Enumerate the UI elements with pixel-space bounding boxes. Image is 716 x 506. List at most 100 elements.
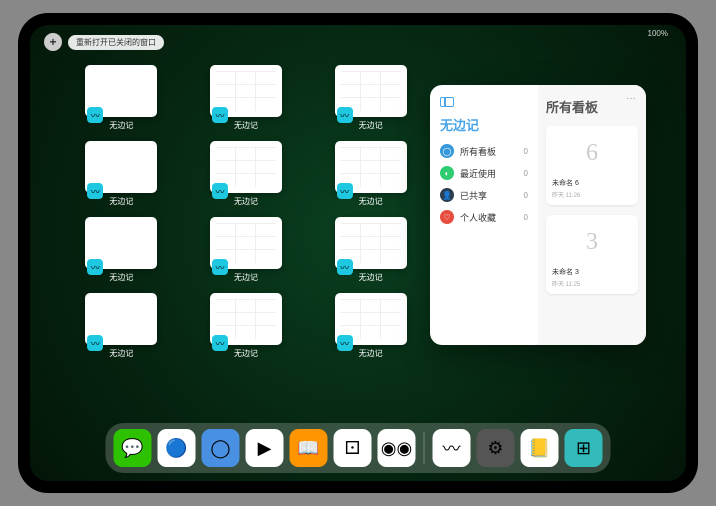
window-label: 无边记: [359, 348, 383, 359]
app-expose-grid: 〰无边记〰无边记〰无边记〰无边记〰无边记〰无边记〰无边记〰无边记〰无边记〰无边记…: [66, 65, 426, 359]
dock-play-icon[interactable]: ▶: [246, 429, 284, 467]
window-label: 无边记: [234, 272, 258, 283]
category-count: 0: [524, 213, 528, 222]
board-title: 未命名 6: [550, 176, 634, 190]
board-preview: 6: [550, 130, 634, 176]
category-icon: ◐: [440, 166, 454, 180]
category-label: 最近使用: [460, 167, 496, 180]
window-thumbnail[interactable]: 〰无边记: [315, 293, 426, 359]
category-icon: ♡: [440, 210, 454, 224]
category-已共享[interactable]: 👤 已共享 0: [440, 184, 528, 206]
board-timestamp: 昨天 11:25: [550, 279, 634, 290]
dock-quark-icon[interactable]: ◯: [202, 429, 240, 467]
screen: 100% + 重新打开已关闭的窗口 〰无边记〰无边记〰无边记〰无边记〰无边记〰无…: [30, 25, 686, 481]
category-icon: ◯: [440, 144, 454, 158]
window-label: 无边记: [234, 120, 258, 131]
popover-title: 无边记: [440, 115, 528, 134]
thumbnail-preview: 〰: [210, 65, 282, 117]
freeform-app-icon: 〰: [337, 183, 353, 199]
dock-quark-hd-icon[interactable]: 🔵: [158, 429, 196, 467]
popover-content: 所有看板 6未命名 6昨天 11:26 3未命名 3昨天 11:25: [538, 85, 646, 345]
category-count: 0: [524, 169, 528, 178]
freeform-app-icon: 〰: [212, 107, 228, 123]
board-title: 未命名 3: [550, 265, 634, 279]
dock-divider: [424, 432, 425, 464]
reopen-window-button[interactable]: 重新打开已关闭的窗口: [68, 35, 164, 50]
dock-dice-icon[interactable]: ⚀: [334, 429, 372, 467]
dock-connect-icon[interactable]: ◉◉: [378, 429, 416, 467]
category-最近使用[interactable]: ◐ 最近使用 0: [440, 162, 528, 184]
window-thumbnail[interactable]: 〰无边记: [191, 217, 302, 283]
dock-recent-icon[interactable]: ⊞: [565, 429, 603, 467]
freeform-app-icon: 〰: [87, 183, 103, 199]
freeform-app-icon: 〰: [87, 259, 103, 275]
freeform-app-icon: 〰: [212, 183, 228, 199]
dock: 💬🔵◯▶📖⚀◉◉ 〰⚙📒⊞: [106, 423, 611, 473]
board-timestamp: 昨天 11:26: [550, 190, 634, 201]
thumbnail-preview: 〰: [210, 217, 282, 269]
freeform-app-icon: 〰: [337, 259, 353, 275]
window-thumbnail[interactable]: 〰无边记: [66, 293, 177, 359]
window-label: 无边记: [109, 120, 133, 131]
thumbnail-preview: 〰: [85, 293, 157, 345]
dock-notes-icon[interactable]: 📒: [521, 429, 559, 467]
window-label: 无边记: [109, 196, 133, 207]
category-label: 所有看板: [460, 145, 496, 158]
dock-settings-icon[interactable]: ⚙: [477, 429, 515, 467]
thumbnail-preview: 〰: [335, 293, 407, 345]
board-item[interactable]: 6未命名 6昨天 11:26: [546, 126, 638, 205]
category-count: 0: [524, 147, 528, 156]
freeform-app-icon: 〰: [87, 107, 103, 123]
thumbnail-preview: 〰: [335, 217, 407, 269]
more-icon[interactable]: ···: [626, 93, 636, 104]
category-个人收藏[interactable]: ♡ 个人收藏 0: [440, 206, 528, 228]
freeform-app-icon: 〰: [337, 107, 353, 123]
window-thumbnail[interactable]: 〰无边记: [315, 65, 426, 131]
thumbnail-preview: 〰: [210, 141, 282, 193]
thumbnail-preview: 〰: [85, 141, 157, 193]
thumbnail-preview: 〰: [210, 293, 282, 345]
window-thumbnail[interactable]: 〰无边记: [66, 65, 177, 131]
thumbnail-preview: 〰: [335, 141, 407, 193]
window-thumbnail[interactable]: 〰无边记: [191, 141, 302, 207]
add-button[interactable]: +: [44, 33, 62, 51]
window-thumbnail[interactable]: 〰无边记: [315, 141, 426, 207]
ipad-frame: 100% + 重新打开已关闭的窗口 〰无边记〰无边记〰无边记〰无边记〰无边记〰无…: [18, 13, 698, 493]
window-thumbnail[interactable]: 〰无边记: [66, 141, 177, 207]
top-bar: + 重新打开已关闭的窗口: [44, 33, 164, 51]
window-label: 无边记: [234, 196, 258, 207]
category-label: 已共享: [460, 189, 487, 202]
category-label: 个人收藏: [460, 211, 496, 224]
window-thumbnail[interactable]: 〰无边记: [191, 293, 302, 359]
thumbnail-preview: 〰: [85, 217, 157, 269]
freeform-app-icon: 〰: [337, 335, 353, 351]
freeform-app-icon: 〰: [212, 259, 228, 275]
board-preview: 3: [550, 219, 634, 265]
window-label: 无边记: [359, 272, 383, 283]
category-icon: 👤: [440, 188, 454, 202]
window-thumbnail[interactable]: 〰无边记: [191, 65, 302, 131]
window-thumbnail[interactable]: 〰无边记: [315, 217, 426, 283]
thumbnail-preview: 〰: [85, 65, 157, 117]
battery-text: 100%: [648, 29, 668, 38]
dock-freeform-icon[interactable]: 〰: [433, 429, 471, 467]
thumbnail-preview: 〰: [335, 65, 407, 117]
window-thumbnail[interactable]: 〰无边记: [66, 217, 177, 283]
freeform-app-icon: 〰: [212, 335, 228, 351]
category-所有看板[interactable]: ◯ 所有看板 0: [440, 140, 528, 162]
window-label: 无边记: [109, 272, 133, 283]
boards-title: 所有看板: [546, 97, 638, 116]
freeform-app-icon: 〰: [87, 335, 103, 351]
popover-sidebar: 无边记 ◯ 所有看板 0 ◐ 最近使用 0 👤 已共享 0 ♡ 个人收藏 0: [430, 85, 538, 345]
window-label: 无边记: [359, 120, 383, 131]
dock-books-icon[interactable]: 📖: [290, 429, 328, 467]
window-label: 无边记: [109, 348, 133, 359]
dock-wechat-icon[interactable]: 💬: [114, 429, 152, 467]
board-item[interactable]: 3未命名 3昨天 11:25: [546, 215, 638, 294]
window-label: 无边记: [359, 196, 383, 207]
status-bar: 100%: [648, 29, 668, 38]
window-label: 无边记: [234, 348, 258, 359]
freeform-popover: ··· 无边记 ◯所有看板0◐最近使用0👤已共享0♡个人收藏0 所有看板 6未命…: [430, 85, 646, 345]
category-count: 0: [524, 191, 528, 200]
sidebar-icon[interactable]: [440, 97, 454, 107]
